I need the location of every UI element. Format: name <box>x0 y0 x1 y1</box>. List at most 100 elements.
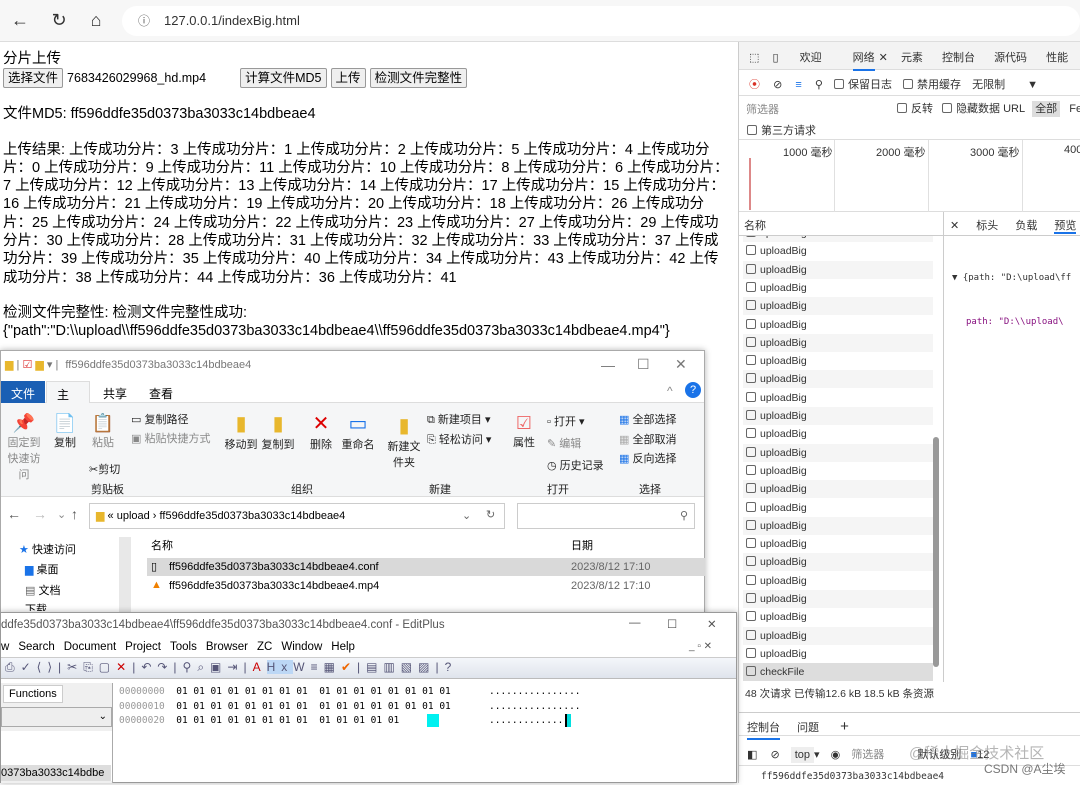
tab-console[interactable]: 控制台 <box>942 52 975 64</box>
column-name[interactable]: 名称 <box>151 537 173 553</box>
up-icon[interactable]: ↑ <box>71 506 78 522</box>
cut-button[interactable]: ✂剪切 <box>89 461 120 477</box>
eye-icon[interactable]: ◉ <box>831 749 841 761</box>
close-tab-icon[interactable]: ✕ <box>879 52 888 64</box>
network-request[interactable]: uploadBig <box>743 462 933 480</box>
maximize-icon[interactable]: ☐ <box>637 356 650 373</box>
request-checkbox[interactable] <box>746 446 756 457</box>
delete-button[interactable]: ✕ 删除 <box>307 411 335 452</box>
drawer-tab-issues[interactable]: 问题 <box>797 722 819 734</box>
request-checkbox[interactable] <box>746 263 756 274</box>
network-request[interactable]: uploadBig <box>743 499 933 517</box>
network-request[interactable]: uploadBig <box>743 516 933 535</box>
network-request[interactable]: uploadBig <box>743 590 933 608</box>
network-request[interactable]: uploadBig <box>743 480 933 499</box>
network-request[interactable]: uploadBig <box>743 645 933 663</box>
scrollbar[interactable] <box>119 537 131 613</box>
paste-shortcut-button[interactable]: ▣ 粘贴快捷方式 <box>131 430 210 446</box>
tab-headers[interactable]: 标头 <box>976 220 998 232</box>
close-icon[interactable]: ✕ <box>675 356 687 373</box>
select-all-button[interactable]: ▦ 全部选择 <box>619 411 676 427</box>
mdi-controls[interactable]: _ ▫ ✕ <box>689 641 712 652</box>
tab-network[interactable]: 网络 <box>852 52 875 71</box>
upload-button[interactable]: 上传 <box>330 68 366 89</box>
record-icon[interactable]: ⦿ <box>749 79 760 91</box>
nav-quick-access[interactable]: ★ 快速访问 <box>19 541 76 557</box>
collapse-ribbon-icon[interactable]: ^ <box>667 384 673 398</box>
menu-tools[interactable]: Tools <box>170 641 197 653</box>
menu-window[interactable]: Window <box>281 641 322 653</box>
scrollbar[interactable] <box>933 437 939 667</box>
paste-button[interactable]: 📋 粘贴 <box>89 413 117 450</box>
column-date[interactable]: 日期 <box>571 537 593 553</box>
new-folder-button[interactable]: ▮ 新建文件夹 <box>387 413 421 470</box>
nav-downloads[interactable]: 下载 <box>25 601 47 611</box>
throttle-select[interactable]: 无限制 <box>972 79 1005 91</box>
file-list-item[interactable]: 0373ba3033c14bdbe <box>1 765 111 781</box>
pin-button[interactable]: 📌 固定到快速访问 <box>3 413 45 482</box>
editor-toolbar[interactable]: ⎙✓⟨⟩|✂⎘▢✕|↶↷|⚲⌕▣⇥|AHxW≡▦✔|▤▥▧▨|? <box>1 657 736 679</box>
network-request[interactable]: uploadBig <box>743 352 933 370</box>
info-icon[interactable]: ⓘ <box>138 12 150 29</box>
tab-elements[interactable]: 元素 <box>901 52 923 64</box>
tab-sources[interactable]: 源代码 <box>994 52 1027 64</box>
move-to-button[interactable]: ▮ 移动到 <box>223 411 259 452</box>
request-checkbox[interactable] <box>746 666 756 677</box>
network-request[interactable]: uploadBig <box>743 389 933 407</box>
request-checkbox[interactable] <box>746 538 756 549</box>
network-request[interactable]: uploadBig <box>743 425 933 443</box>
tab-file[interactable]: 文件 <box>1 381 45 403</box>
tab-home[interactable]: 主页 <box>46 381 90 419</box>
menu-search[interactable]: Search <box>18 641 54 653</box>
filter-all[interactable]: 全部 <box>1032 101 1061 117</box>
request-checkbox[interactable] <box>746 245 756 256</box>
calc-md5-button[interactable]: 计算文件MD5 <box>240 68 327 89</box>
file-row[interactable]: ▯ ff596ddfe35d0373ba3033c14bdbeae4.conf … <box>147 558 705 576</box>
network-filter-input[interactable]: 筛选器 <box>743 98 883 116</box>
network-request[interactable]: uploadBig <box>743 572 933 590</box>
tab-performance[interactable]: 性能 <box>1046 52 1068 64</box>
check-file-button[interactable]: 检测文件完整性 <box>369 68 468 89</box>
home-icon[interactable]: ⌂ <box>84 10 108 31</box>
minimize-icon[interactable]: — <box>601 357 615 373</box>
tab-view[interactable]: 查看 <box>149 385 173 402</box>
network-request[interactable]: uploadBig <box>743 626 933 645</box>
history-button[interactable]: ◷ 历史记录 <box>547 457 604 473</box>
request-checkbox[interactable] <box>746 611 756 622</box>
network-request[interactable]: uploadBig <box>743 236 933 242</box>
console-filter-input[interactable]: 筛选器 <box>851 749 884 761</box>
nav-documents[interactable]: ▤ 文档 <box>25 582 60 598</box>
request-checkbox[interactable] <box>746 483 756 494</box>
network-request[interactable]: uploadBig <box>743 535 933 553</box>
request-checkbox[interactable] <box>746 519 756 530</box>
request-checkbox[interactable] <box>746 629 756 640</box>
preserve-log-checkbox[interactable] <box>833 79 844 89</box>
help-icon[interactable]: ? <box>685 382 701 398</box>
request-checkbox[interactable] <box>746 593 756 603</box>
tab-share[interactable]: 共享 <box>103 385 127 402</box>
request-checkbox[interactable] <box>746 355 756 366</box>
request-checkbox[interactable] <box>746 574 756 585</box>
clear-icon[interactable]: ⊘ <box>773 79 782 91</box>
network-request[interactable]: uploadBig <box>743 242 933 260</box>
network-request[interactable]: uploadBig <box>743 279 933 297</box>
request-checkbox[interactable] <box>746 281 756 292</box>
menu-help[interactable]: Help <box>331 641 355 653</box>
properties-icon[interactable]: ☑ <box>22 359 32 371</box>
network-request[interactable]: uploadBig <box>743 316 933 334</box>
select-none-button[interactable]: ▦ 全部取消 <box>619 431 676 447</box>
tab-preview[interactable]: 预览 <box>1054 220 1077 234</box>
drawer-tab-console[interactable]: 控制台 <box>747 722 780 740</box>
open-button[interactable]: ▫ 打开 ▾ <box>547 413 585 429</box>
invert-checkbox[interactable] <box>897 103 907 113</box>
copy-path-button[interactable]: ▭ 复制路径 <box>131 411 188 427</box>
clear-console-icon[interactable]: ⊘ <box>770 749 779 761</box>
breadcrumb-upload[interactable]: upload <box>117 510 150 522</box>
copy-button[interactable]: 📄 复制 <box>51 413 79 450</box>
close-icon[interactable]: ✕ <box>707 617 717 631</box>
tab-welcome[interactable]: 欢迎 <box>800 52 822 64</box>
search-icon[interactable]: ⚲ <box>815 79 823 91</box>
network-request[interactable]: uploadBig <box>743 297 933 316</box>
choose-file-button[interactable]: 选择文件 <box>3 68 64 89</box>
back-icon[interactable]: ← <box>7 506 21 522</box>
